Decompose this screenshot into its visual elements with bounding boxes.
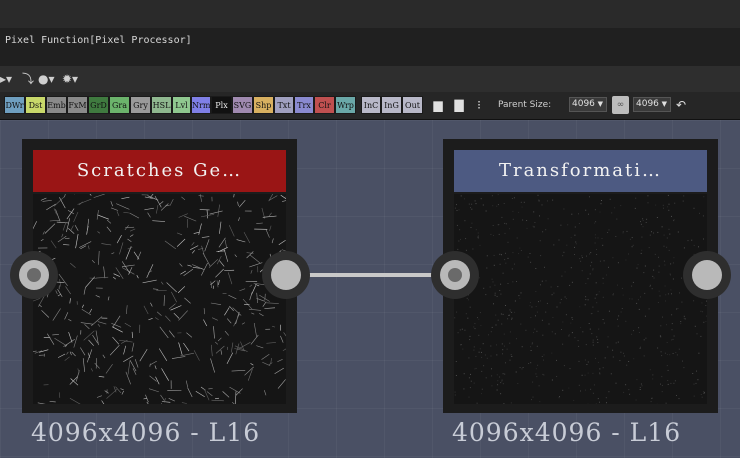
- filter-button-hsl[interactable]: HSL: [151, 96, 172, 114]
- filter-button-gry[interactable]: Gry: [130, 96, 151, 114]
- transformation-preview: [454, 194, 707, 404]
- reset-icon[interactable]: ↶: [674, 96, 688, 114]
- link-icon[interactable]: ∞: [612, 96, 629, 114]
- node-thumbnail: [454, 194, 707, 404]
- chevron-down-icon: ▼: [597, 100, 603, 108]
- filter-button-txt[interactable]: Txt: [274, 96, 294, 114]
- filter-button-plx[interactable]: Plx: [211, 96, 232, 114]
- input-port[interactable]: [10, 251, 58, 299]
- node-title: Transformati…: [454, 150, 707, 192]
- filter-button-wrp[interactable]: Wrp: [335, 96, 356, 114]
- filter-button-svg[interactable]: SVG: [232, 96, 253, 114]
- output-size-select[interactable]: 4096 ▼: [633, 97, 671, 112]
- input-port[interactable]: [431, 251, 479, 299]
- filter-button-trx[interactable]: Trx: [294, 96, 314, 114]
- gear-icon[interactable]: ✹▾: [62, 72, 78, 86]
- filter-button-grd[interactable]: GrD: [88, 96, 109, 114]
- node-transformation[interactable]: Transformati…: [443, 139, 718, 413]
- filter-button-fxm[interactable]: FxM: [67, 96, 88, 114]
- filter-button-shp[interactable]: Shp: [253, 96, 274, 114]
- output-port[interactable]: [683, 251, 731, 299]
- parent-size-label: Parent Size:: [498, 100, 552, 110]
- filter-button-ing[interactable]: InG: [381, 96, 402, 114]
- node-size-label: 4096x4096 - L16: [31, 418, 261, 447]
- bomb-icon[interactable]: ●▾: [38, 72, 55, 86]
- filter-button-out[interactable]: Out: [402, 96, 423, 114]
- comment-icon[interactable]: ▆: [430, 96, 446, 114]
- parent-size-select[interactable]: 4096 ▼: [569, 97, 607, 112]
- graph-title: Pixel Function[Pixel Processor]: [5, 35, 192, 46]
- filter-button-inc[interactable]: InC: [361, 96, 381, 114]
- filter-button-clr[interactable]: Clr: [314, 96, 335, 114]
- pin-icon[interactable]: ⁝: [474, 96, 484, 114]
- filter-button-gra[interactable]: Gra: [109, 96, 130, 114]
- node-thumbnail: [33, 194, 286, 404]
- frame-icon[interactable]: ▇: [451, 96, 467, 114]
- filter-button-lvl[interactable]: Lvl: [172, 96, 191, 114]
- filter-button-emb[interactable]: Emb: [46, 96, 67, 114]
- graph-title-bar: Pixel Function[Pixel Processor]: [0, 28, 740, 67]
- filter-button-nrm[interactable]: Nrm: [191, 96, 211, 114]
- filter-button-dst[interactable]: Dst: [25, 96, 46, 114]
- node-scratches-generator[interactable]: Scratches Ge…: [22, 139, 297, 413]
- node-connection-wire: [308, 273, 432, 277]
- node-size-label: 4096x4096 - L16: [452, 418, 682, 447]
- scratches-preview: [33, 194, 286, 404]
- node-title: Scratches Ge…: [33, 150, 286, 192]
- filter-toolbar: DWr Dst Emb FxM GrD Gra Gry HSL Lvl Nrm …: [0, 92, 740, 120]
- filter-button-dwr[interactable]: DWr: [4, 96, 25, 114]
- top-menu-bar: [0, 0, 740, 29]
- output-port[interactable]: [262, 251, 310, 299]
- connector-icon[interactable]: ⤵: [22, 72, 34, 86]
- arrow-tool-icon[interactable]: ▸▾: [0, 72, 12, 86]
- chevron-down-icon: ▼: [661, 100, 667, 108]
- graph-toolbar: ▸▾ ⤵ ●▾ ✹▾: [0, 66, 740, 92]
